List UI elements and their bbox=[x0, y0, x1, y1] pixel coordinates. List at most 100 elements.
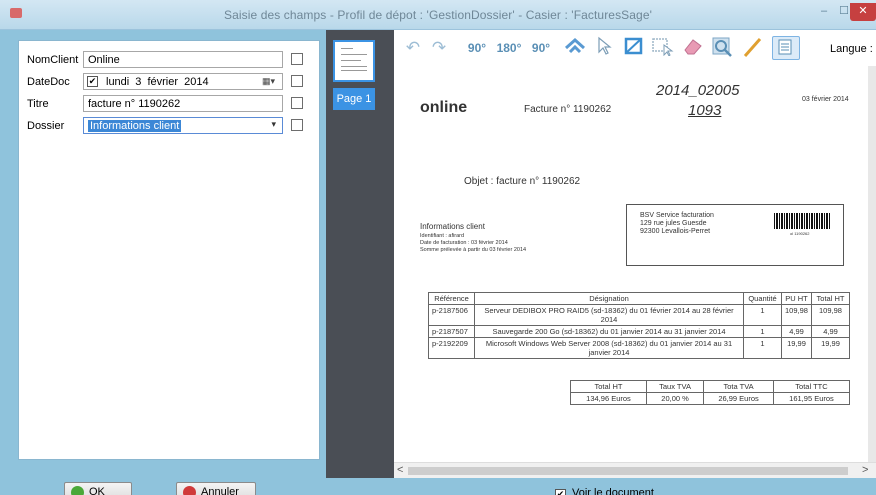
titre-label: Titre bbox=[27, 98, 49, 110]
client-info-title: Informations client bbox=[420, 222, 485, 231]
totals-value: 161,95 Euros bbox=[772, 392, 851, 405]
crop-icon[interactable] bbox=[622, 36, 646, 60]
ok-label: OK bbox=[89, 486, 105, 495]
langue-label[interactable]: Langue : bbox=[830, 43, 873, 55]
address-line-1: BSV Service facturation bbox=[640, 212, 714, 219]
client-billing-date: Date de facturation : 03 février 2014 bbox=[420, 240, 508, 246]
totals-value: 26,99 Euros bbox=[703, 392, 774, 405]
field-row-datedoc: DateDoc ✔ lundi 3 février 2014 ▦▾ bbox=[27, 73, 313, 91]
titre-input[interactable]: facture n° 1190262 bbox=[83, 95, 283, 112]
col-total-ht: Total HT bbox=[811, 292, 850, 305]
field-row-nomclient: NomClient Online bbox=[27, 51, 313, 69]
cell: 109,98 bbox=[781, 304, 812, 326]
select-area-icon[interactable] bbox=[650, 36, 676, 60]
datedoc-picker[interactable]: ✔ lundi 3 février 2014 ▦▾ bbox=[83, 73, 283, 90]
col-designation: Désignation bbox=[474, 292, 744, 305]
cell: 1 bbox=[743, 304, 782, 326]
objet-line: Objet : facture n° 1190262 bbox=[464, 176, 581, 187]
page-thumbnail-label[interactable]: Page 1 bbox=[333, 88, 375, 110]
handwritten-number: 1093 bbox=[688, 102, 722, 119]
online-logo: online bbox=[420, 99, 468, 116]
totals-header: Tota TVA bbox=[703, 380, 774, 393]
cell: 19,99 bbox=[781, 337, 812, 359]
cell: 19,99 bbox=[811, 337, 850, 359]
cell: 1 bbox=[743, 325, 782, 338]
undo-icon[interactable]: ↶ bbox=[402, 36, 424, 60]
nomclient-checkbox[interactable] bbox=[291, 53, 303, 65]
cell: 4,99 bbox=[781, 325, 812, 338]
cell: Serveur DEDIBOX PRO RAID5 (sd-18362) du … bbox=[474, 304, 744, 326]
totals-value: 20,00 % bbox=[645, 392, 705, 405]
thumbnail-strip: Page 1 bbox=[326, 30, 394, 478]
dossier-label: Dossier bbox=[27, 120, 65, 132]
cell: p-2192209 bbox=[428, 337, 475, 359]
cell: Microsoft Windows Web Server 2008 (sd-18… bbox=[474, 337, 744, 359]
close-button[interactable]: ✕ bbox=[850, 3, 876, 21]
datedoc-value: lundi 3 février 2014 bbox=[106, 76, 209, 88]
handwritten-reference: 2014_02005 bbox=[656, 82, 740, 99]
title-bar: Saisie des champs - Profil de dépot : 'G… bbox=[0, 0, 876, 30]
pen-icon[interactable] bbox=[740, 36, 764, 60]
rotate-left-90-icon[interactable]: 90° bbox=[528, 36, 554, 60]
auto-rotate-icon[interactable] bbox=[560, 36, 590, 60]
table-row: p-2187506 Serveur DEDIBOX PRO RAID5 (sd-… bbox=[428, 304, 850, 326]
calendar-icon[interactable]: ▦▾ bbox=[262, 76, 276, 87]
cell: p-2187507 bbox=[428, 325, 475, 338]
pointer-icon[interactable] bbox=[594, 36, 616, 60]
datedoc-label: DateDoc bbox=[27, 76, 70, 88]
ok-icon bbox=[71, 486, 84, 495]
page-view-icon[interactable] bbox=[772, 36, 800, 60]
toolbar: ↶ ↷ 90° 180° 90° Langue : bbox=[394, 30, 876, 66]
totals-header: Taux TVA bbox=[645, 380, 705, 393]
table-row: p-2187507 Sauvegarde 200 Go (sd-18362) d… bbox=[428, 325, 850, 338]
horizontal-scrollbar[interactable]: < > bbox=[394, 462, 876, 478]
invoice-table: Référence Désignation Quantité PU HT Tot… bbox=[428, 292, 850, 359]
field-row-dossier: Dossier Informations client ▾ bbox=[27, 117, 313, 135]
zoom-icon[interactable] bbox=[710, 36, 736, 60]
address-line-2: 129 rue jules Guesde bbox=[640, 220, 707, 227]
cancel-icon bbox=[183, 486, 196, 495]
col-reference: Référence bbox=[428, 292, 475, 305]
totals-header: Total HT bbox=[570, 380, 647, 393]
col-pu-ht: PU HT bbox=[781, 292, 812, 305]
voir-document-checkbox[interactable]: ✔ bbox=[555, 489, 566, 495]
dossier-checkbox[interactable] bbox=[291, 119, 303, 131]
scrollbar-thumb[interactable] bbox=[408, 467, 848, 475]
facture-header: Facture n° 1190262 bbox=[524, 104, 612, 115]
cancel-button[interactable]: Annuler bbox=[176, 482, 256, 495]
cell: 1 bbox=[743, 337, 782, 359]
voir-document-label: Voir le document bbox=[572, 487, 654, 495]
rotate-180-icon[interactable]: 180° bbox=[494, 36, 524, 60]
totals-value: 134,96 Euros bbox=[570, 392, 647, 405]
ok-button[interactable]: OK bbox=[64, 482, 132, 495]
voir-document-toggle[interactable]: ✔ Voir le document bbox=[555, 487, 654, 495]
table-row: p-2192209 Microsoft Windows Web Server 2… bbox=[428, 337, 850, 359]
scroll-right-icon[interactable]: > bbox=[862, 464, 868, 476]
titre-checkbox[interactable] bbox=[291, 97, 303, 109]
eraser-icon[interactable] bbox=[680, 36, 706, 60]
dossier-selected-value: Informations client bbox=[88, 120, 182, 132]
datedoc-enable-checkbox[interactable]: ✔ bbox=[87, 76, 98, 87]
redo-icon[interactable]: ↷ bbox=[428, 36, 450, 60]
rotate-right-90-icon[interactable]: 90° bbox=[464, 36, 490, 60]
dossier-select[interactable]: Informations client ▾ bbox=[83, 117, 283, 134]
window-title: Saisie des champs - Profil de dépot : 'G… bbox=[223, 8, 652, 22]
col-quantite: Quantité bbox=[743, 292, 782, 305]
document-page: online Facture n° 1190262 03 février 201… bbox=[398, 66, 856, 462]
datedoc-checkbox[interactable] bbox=[291, 75, 303, 87]
document-viewer[interactable]: online Facture n° 1190262 03 février 201… bbox=[394, 66, 870, 462]
client-identifier: Identifiant : afirard bbox=[420, 233, 465, 239]
page-thumbnail[interactable] bbox=[333, 40, 375, 82]
vertical-scrollbar[interactable] bbox=[868, 66, 876, 462]
invoice-date: 03 février 2014 bbox=[802, 96, 849, 103]
cell: 109,98 bbox=[811, 304, 850, 326]
chevron-down-icon[interactable]: ▾ bbox=[271, 119, 276, 130]
nomclient-input[interactable]: Online bbox=[83, 51, 283, 68]
scroll-left-icon[interactable]: < bbox=[397, 464, 403, 476]
address-line-3: 92300 Levallois-Perret bbox=[640, 228, 711, 235]
client-debit-date: Somme prélevée à partir du 03 février 20… bbox=[420, 247, 527, 253]
cell: p-2187506 bbox=[428, 304, 475, 326]
cell: Sauvegarde 200 Go (sd-18362) du 01 janvi… bbox=[474, 325, 744, 338]
field-row-titre: Titre facture n° 1190262 bbox=[27, 95, 313, 113]
cell: 4,99 bbox=[811, 325, 850, 338]
